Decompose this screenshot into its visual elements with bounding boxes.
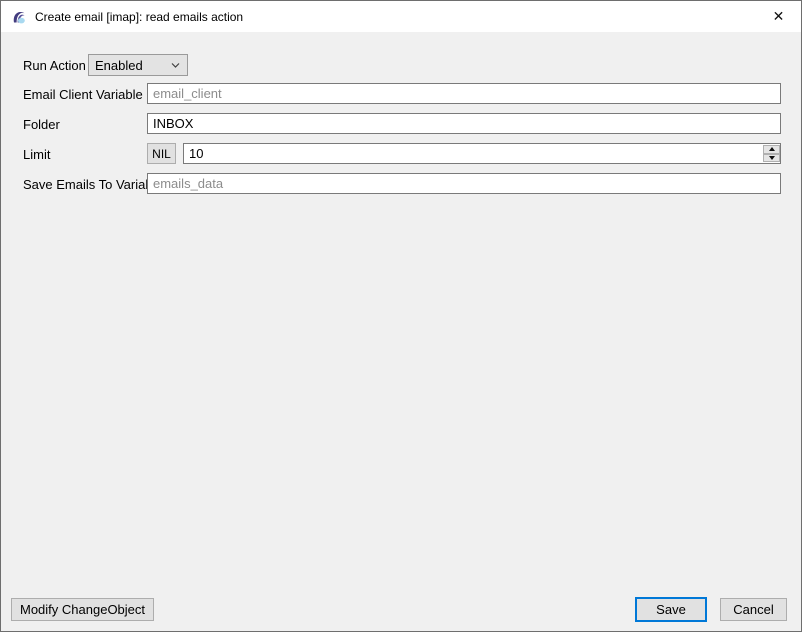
folder-label: Folder [23,114,60,135]
limit-input[interactable] [183,143,781,164]
app-logo-icon [11,9,27,25]
close-button[interactable]: ✕ [756,1,801,32]
title-bar: Create email [imap]: read emails action … [1,1,801,32]
save-emails-label: Save Emails To Variable [23,174,163,195]
spin-up-icon [769,147,775,151]
spin-down-button[interactable] [763,154,780,163]
run-action-select[interactable]: Enabled [88,54,188,76]
run-action-value: Enabled [95,58,143,73]
dialog-window: Create email [imap]: read emails action … [0,0,802,632]
save-button[interactable]: Save [635,597,707,622]
chevron-down-icon [171,62,180,69]
run-action-label: Run Action [23,55,86,76]
limit-nil-button[interactable]: NIL [147,143,176,164]
spin-up-button[interactable] [763,145,780,154]
close-icon: ✕ [773,8,785,25]
email-client-input[interactable] [147,83,781,104]
limit-label: Limit [23,144,50,165]
email-client-label: Email Client Variable [23,84,143,105]
limit-spinner [763,145,780,162]
folder-input[interactable] [147,113,781,134]
spin-down-icon [769,156,775,160]
cancel-button[interactable]: Cancel [720,598,787,621]
modify-changeobject-button[interactable]: Modify ChangeObject [11,598,154,621]
save-emails-input[interactable] [147,173,781,194]
window-title: Create email [imap]: read emails action [35,10,243,24]
